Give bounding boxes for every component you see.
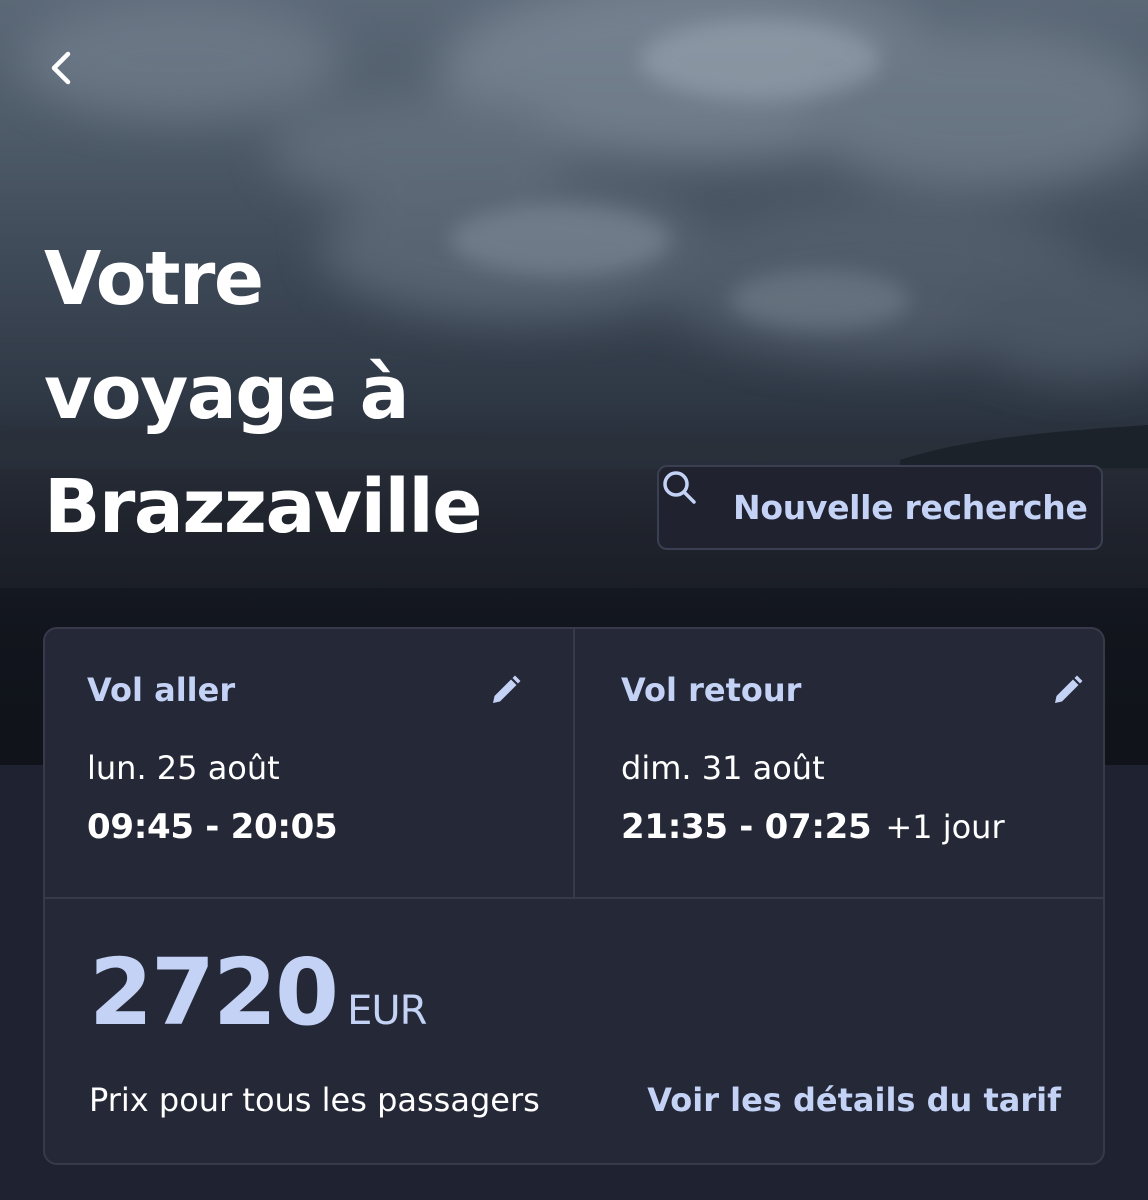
return-flight-times: 21:35 - 07:25 +1 jour xyxy=(621,807,1005,847)
edit-return-button[interactable] xyxy=(1045,669,1089,713)
outbound-flight: Vol aller lun. 25 août 09:45 - 20:05 xyxy=(45,629,575,897)
trip-summary-card: Vol aller lun. 25 août 09:45 - 20:05 Vol… xyxy=(43,627,1105,1165)
outbound-flight-times: 09:45 - 20:05 xyxy=(87,807,338,847)
page-title-line: voyage à xyxy=(44,350,410,436)
outbound-flight-heading: Vol aller xyxy=(87,671,236,709)
return-flight-day-offset: +1 jour xyxy=(885,808,1005,846)
pencil-icon xyxy=(493,675,521,703)
return-flight-time-range: 21:35 - 07:25 xyxy=(621,807,872,847)
page-title: Votre voyage à Brazzaville xyxy=(44,222,604,564)
flight-row: Vol aller lun. 25 août 09:45 - 20:05 Vol… xyxy=(45,629,1103,899)
return-flight: Vol retour dim. 31 août 21:35 - 07:25 +1… xyxy=(575,629,1103,897)
chevron-left-icon xyxy=(51,51,71,85)
page-title-line: Brazzaville xyxy=(44,464,482,550)
new-search-label: Nouvelle recherche xyxy=(733,488,1088,527)
outbound-flight-date: lun. 25 août xyxy=(87,749,280,787)
search-icon xyxy=(663,471,721,528)
price-amount: 2720 xyxy=(89,939,339,1046)
outbound-flight-time-range: 09:45 - 20:05 xyxy=(87,807,338,847)
page-title-line: Votre xyxy=(44,236,264,322)
return-flight-date: dim. 31 août xyxy=(621,749,825,787)
total-price: 2720 EUR xyxy=(89,939,427,1046)
return-flight-heading: Vol retour xyxy=(621,671,802,709)
pencil-icon xyxy=(1055,675,1083,703)
edit-outbound-button[interactable] xyxy=(483,669,527,713)
back-button[interactable] xyxy=(44,48,100,104)
fare-details-link[interactable]: Voir les détails du tarif xyxy=(647,1081,1061,1119)
new-search-button[interactable]: Nouvelle recherche xyxy=(657,465,1103,550)
price-caption: Prix pour tous les passagers xyxy=(89,1081,540,1119)
price-currency: EUR xyxy=(347,988,427,1034)
